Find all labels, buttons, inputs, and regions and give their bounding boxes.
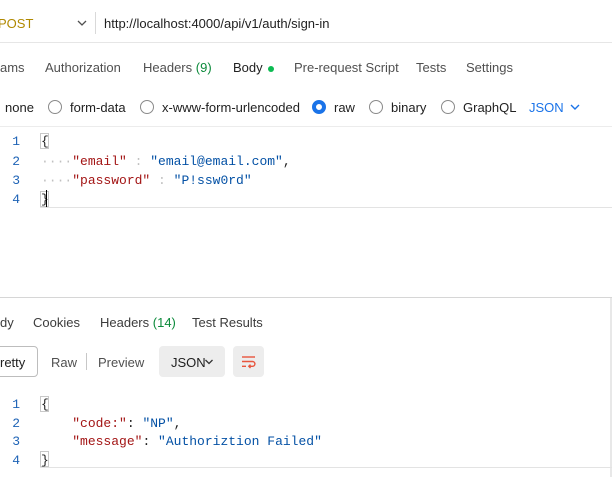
radio-raw[interactable] xyxy=(312,100,326,114)
json-key: "code:" xyxy=(72,416,127,431)
json-comma: , xyxy=(282,154,291,169)
line-number: 4 xyxy=(12,453,20,468)
radio-label-none[interactable]: none xyxy=(5,100,34,115)
json-value: "P!ssw0rd" xyxy=(173,173,252,188)
tab-settings[interactable]: Settings xyxy=(466,60,513,75)
json-comma: , xyxy=(173,416,182,431)
format-dropdown[interactable]: JSON xyxy=(529,100,564,115)
json-key: "email" xyxy=(72,154,127,169)
indent-guide: ···· xyxy=(41,173,73,188)
radio-graphql[interactable] xyxy=(441,100,455,114)
code-line: } xyxy=(41,453,49,468)
tab-test-results[interactable]: Test Results xyxy=(192,315,263,330)
chevron-down-icon[interactable] xyxy=(569,101,581,113)
text-cursor xyxy=(46,190,47,207)
radio-label-raw[interactable]: raw xyxy=(334,100,355,115)
json-value: "Authoriztion Failed" xyxy=(158,434,322,449)
tab-params[interactable]: ams xyxy=(0,60,25,75)
tab-response-body[interactable]: dy xyxy=(0,315,14,330)
view-raw-button[interactable]: Raw xyxy=(51,355,77,370)
word-wrap-icon[interactable] xyxy=(240,353,257,370)
line-number: 3 xyxy=(12,434,20,449)
radio-x-www-form-urlencoded[interactable] xyxy=(140,100,154,114)
method-selector[interactable]: POST xyxy=(0,16,33,31)
radio-label-urlencoded[interactable]: x-www-form-urlencoded xyxy=(162,100,300,115)
code-line: "code:": "NP", xyxy=(41,416,181,431)
indent-guide: ···· xyxy=(41,154,73,169)
json-separator: : xyxy=(126,416,143,431)
radio-label-binary[interactable]: binary xyxy=(391,100,426,115)
json-key: "message" xyxy=(72,434,143,449)
json-separator: : xyxy=(150,173,174,188)
chevron-down-icon[interactable] xyxy=(76,17,88,29)
json-value: "NP" xyxy=(142,416,174,431)
tab-cookies[interactable]: Cookies xyxy=(33,315,80,330)
response-format-label[interactable]: JSON xyxy=(171,355,206,370)
radio-label-form-data[interactable]: form-data xyxy=(70,100,126,115)
url-input[interactable]: http://localhost:4000/api/v1/auth/sign-i… xyxy=(104,16,329,31)
line-number: 4 xyxy=(12,192,20,207)
code-line: { xyxy=(41,397,49,412)
line-number: 1 xyxy=(12,397,20,412)
json-key: "password" xyxy=(72,173,151,188)
tab-label: Body xyxy=(233,60,263,75)
code-line: "message": "Authoriztion Failed" xyxy=(41,434,322,449)
view-preview-button[interactable]: Preview xyxy=(98,355,144,370)
tab-label: Headers xyxy=(143,60,193,75)
tab-headers[interactable]: Headers (9) xyxy=(143,60,212,75)
line-number: 3 xyxy=(12,173,20,188)
radio-form-data[interactable] xyxy=(48,100,62,114)
json-separator: : xyxy=(126,154,151,169)
current-line-highlight xyxy=(40,467,612,468)
pane-divider[interactable] xyxy=(0,297,612,298)
code-line[interactable]: ····"password" : "P!ssw0rd" xyxy=(41,173,252,188)
tab-tests[interactable]: Tests xyxy=(416,60,446,75)
radio-label-graphql[interactable]: GraphQL xyxy=(463,100,516,115)
tab-label: Headers xyxy=(100,315,150,330)
line-number: 2 xyxy=(12,416,20,431)
tab-body[interactable]: Body xyxy=(233,60,274,75)
line-number: 1 xyxy=(12,134,20,149)
divider xyxy=(0,126,612,127)
code-line[interactable]: ····"email" : "email@email.com", xyxy=(41,154,291,169)
line-number: 2 xyxy=(12,154,20,169)
view-pretty-label[interactable]: retty xyxy=(0,355,25,370)
radio-binary[interactable] xyxy=(369,100,383,114)
headers-count: (14) xyxy=(152,315,176,330)
tab-pre-request-script[interactable]: Pre-request Script xyxy=(294,60,399,75)
code-line[interactable]: { xyxy=(41,134,49,149)
tab-response-headers[interactable]: Headers (14) xyxy=(100,315,176,330)
status-dot xyxy=(267,65,274,72)
current-line-highlight xyxy=(40,207,612,208)
tab-authorization[interactable]: Authorization xyxy=(45,60,121,75)
json-separator: : xyxy=(142,434,159,449)
code-line[interactable]: } xyxy=(41,192,49,207)
divider xyxy=(86,353,87,370)
headers-count: (9) xyxy=(195,60,212,75)
divider xyxy=(95,12,96,34)
json-value: "email@email.com" xyxy=(150,154,283,169)
divider xyxy=(0,42,612,43)
chevron-down-icon[interactable] xyxy=(204,357,214,367)
